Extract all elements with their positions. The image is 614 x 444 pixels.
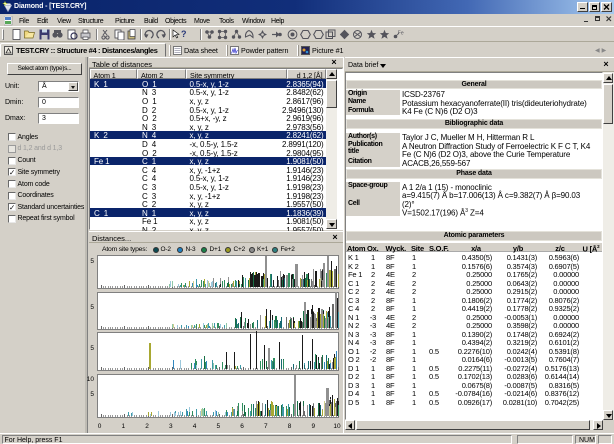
- svg-text:Fe: Fe: [398, 31, 404, 37]
